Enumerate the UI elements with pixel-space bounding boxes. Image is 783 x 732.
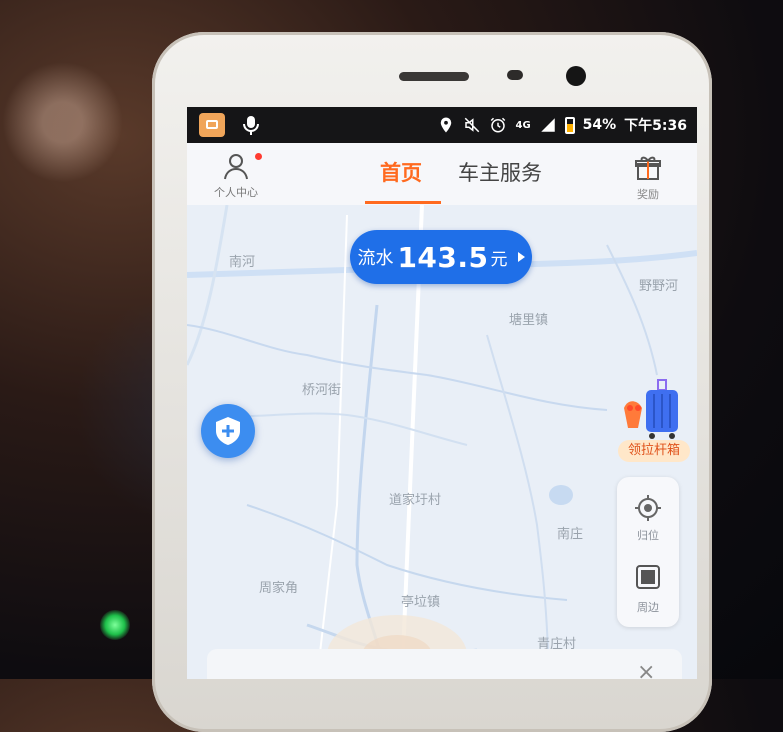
map-label: 桥河街 (302, 383, 342, 398)
battery-percent: 54% (582, 117, 617, 133)
chevron-right-icon (517, 252, 525, 262)
map-label: 南河 (229, 255, 256, 270)
nearby-button[interactable]: 周边 (617, 553, 679, 623)
clock: 下午5:36 (624, 118, 687, 134)
network-type: 4G (515, 119, 531, 131)
nearby-icon (636, 565, 660, 589)
app-icon (199, 113, 225, 137)
safety-shield-button[interactable] (201, 404, 255, 458)
proximity-sensor (507, 70, 523, 80)
map-label: 亭垃镇 (401, 595, 441, 610)
income-amount: 143.5 (397, 240, 489, 274)
map-side-controls: 归位 周边 (617, 477, 679, 627)
green-light (100, 610, 130, 640)
income-unit: 元 (490, 249, 508, 270)
gift-icon (635, 156, 661, 180)
reward-label: 奖励 (637, 188, 659, 201)
status-right: 4G 54% 下午5:36 (437, 115, 687, 135)
shield-plus-icon (216, 417, 240, 445)
map-label: 南庄 (557, 527, 584, 542)
location-icon (441, 117, 452, 133)
phone-screen: 4G 54% 下午5:36 个人中心 首页 车主服务 奖励 南河 野野河 塘里镇… (187, 107, 697, 679)
battery-icon (564, 116, 575, 134)
reward-button[interactable]: 奖励 (623, 153, 673, 202)
nearby-label: 周边 (637, 601, 659, 614)
profile-label: 个人中心 (214, 186, 258, 199)
suitcase-promo[interactable]: 领拉杆箱 (616, 378, 692, 464)
earpiece-speaker (399, 72, 469, 81)
income-button[interactable]: 流水 143.5 元 (350, 230, 532, 284)
bottom-card[interactable] (207, 649, 682, 679)
map-label: 野野河 (639, 279, 679, 294)
top-nav: 个人中心 首页 车主服务 奖励 (187, 143, 697, 206)
map-label: 周家角 (259, 581, 299, 596)
map-label: 道家圩村 (389, 493, 442, 508)
mute-icon (465, 117, 480, 133)
status-bar: 4G 54% 下午5:36 (187, 107, 697, 143)
microphone-icon (243, 116, 259, 135)
signal-icon (540, 118, 555, 132)
promo-label: 领拉杆箱 (618, 440, 690, 462)
map-label: 塘里镇 (509, 313, 549, 328)
tab-home[interactable]: 首页 (380, 157, 422, 187)
locate-label: 归位 (637, 529, 659, 542)
notification-dot (255, 153, 262, 160)
locate-button[interactable]: 归位 (617, 481, 679, 551)
profile-center-button[interactable]: 个人中心 (205, 151, 267, 200)
front-camera (566, 66, 586, 86)
income-label: 流水 (357, 248, 394, 269)
tab-owner-service[interactable]: 车主服务 (458, 157, 542, 187)
close-icon[interactable]: × (637, 660, 655, 679)
user-icon (224, 154, 248, 180)
tab-active-indicator (365, 201, 441, 204)
suitcase-icon (624, 379, 678, 439)
crosshair-icon (635, 495, 661, 521)
alarm-icon (491, 117, 506, 133)
